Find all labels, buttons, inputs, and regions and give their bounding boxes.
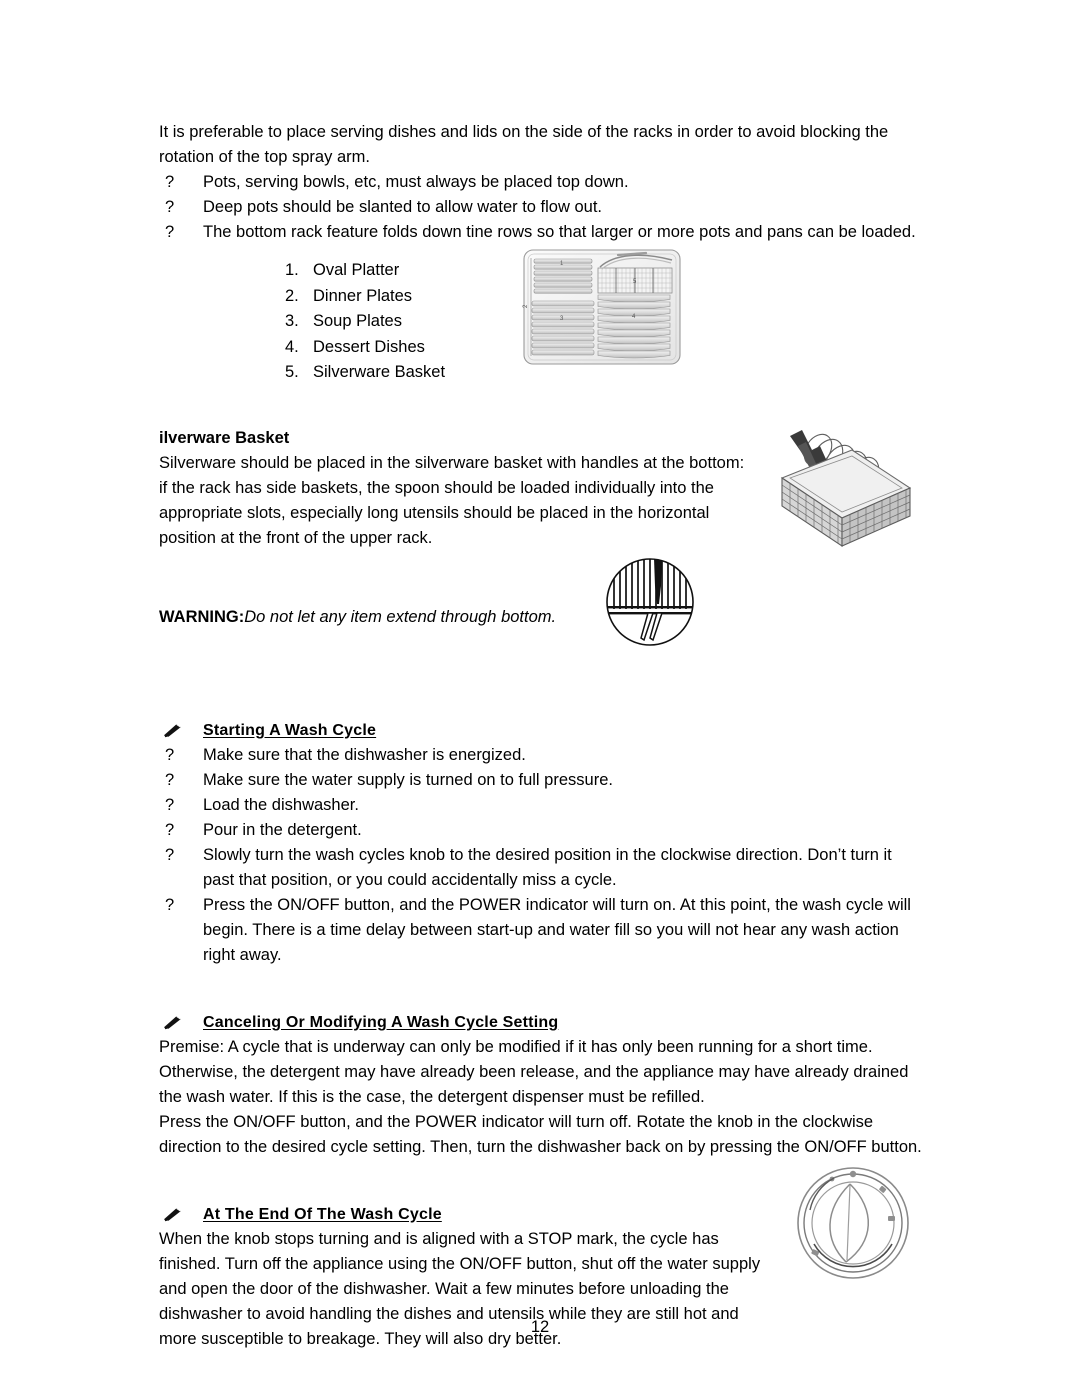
list-item-label: Soup Plates bbox=[313, 312, 402, 330]
list-item: ? Load the dishwasher. bbox=[159, 793, 927, 818]
bullet-marker-icon: ? bbox=[165, 745, 175, 764]
list-item-text: Make sure the water supply is turned on … bbox=[203, 770, 613, 789]
list-item-number: 1. bbox=[285, 261, 299, 279]
pencil-icon bbox=[163, 723, 181, 737]
list-item: ? Press the ON/OFF button, and the POWER… bbox=[159, 893, 927, 968]
list-item-number: 5. bbox=[285, 363, 299, 381]
utensil-through-basket-bottom-illustration bbox=[606, 558, 694, 646]
section-heading-starting-a-wash-cycle: Starting A Wash Cycle bbox=[159, 718, 927, 743]
list-item-text: Pour in the detergent. bbox=[203, 820, 362, 839]
list-item: ? Make sure that the dishwasher is energ… bbox=[159, 743, 927, 768]
list-item: ? Pour in the detergent. bbox=[159, 818, 927, 843]
intro-bullet-list: ? Pots, serving bowls, etc, must always … bbox=[159, 170, 927, 245]
section-heading-canceling-or-modifying-a-wash-cycle-setting: Canceling Or Modifying A Wash Cycle Sett… bbox=[159, 1010, 927, 1035]
list-item-text: Load the dishwasher. bbox=[203, 795, 359, 814]
intro-paragraph: It is preferable to place serving dishes… bbox=[159, 123, 889, 166]
list-item-label: Dessert Dishes bbox=[313, 337, 425, 356]
bullet-marker-icon: ? bbox=[165, 845, 175, 864]
canceling-paragraph-1: Premise: A cycle that is underway can on… bbox=[159, 1037, 909, 1106]
pencil-icon bbox=[163, 1207, 181, 1221]
silverware-basket-paragraph: Silverware should be placed in the silve… bbox=[159, 453, 745, 547]
list-item-text: Slowly turn the wash cycles knob to the … bbox=[203, 845, 892, 889]
section-heading-label: At The End Of The Wash Cycle bbox=[203, 1205, 442, 1223]
bullet-marker-icon: ? bbox=[165, 895, 175, 914]
section-heading-label: Starting A Wash Cycle bbox=[203, 721, 377, 739]
bullet-marker-icon: ? bbox=[165, 820, 175, 839]
section-heading-label: Canceling Or Modifying A Wash Cycle Sett… bbox=[203, 1013, 559, 1031]
list-item-text: Pots, serving bowls, etc, must always be… bbox=[203, 173, 629, 191]
starting-a-wash-cycle-list: ? Make sure that the dishwasher is energ… bbox=[159, 743, 927, 968]
bullet-marker-icon: ? bbox=[165, 770, 175, 789]
list-item-text: Press the ON/OFF button, and the POWER i… bbox=[203, 895, 911, 964]
list-item: ? Slowly turn the wash cycles knob to th… bbox=[159, 843, 927, 893]
pencil-icon bbox=[163, 1015, 181, 1029]
list-item-number: 4. bbox=[285, 337, 299, 356]
list-item: ? Make sure the water supply is turned o… bbox=[159, 768, 927, 793]
list-item-number: 3. bbox=[285, 312, 299, 330]
list-item-text: The bottom rack feature folds down tine … bbox=[203, 223, 916, 241]
bullet-marker-icon: ? bbox=[165, 223, 175, 241]
warning-label: WARNING: bbox=[159, 607, 245, 626]
list-item: ? The bottom rack feature folds down tin… bbox=[159, 220, 927, 245]
bullet-marker-icon: ? bbox=[165, 198, 175, 216]
list-item-text: Deep pots should be slanted to allow wat… bbox=[203, 198, 602, 216]
list-item-label: Silverware Basket bbox=[313, 363, 446, 381]
bullet-marker-icon: ? bbox=[165, 173, 175, 191]
warning-text: Do not let any item extend through botto… bbox=[244, 607, 557, 626]
silverware-basket-illustration bbox=[780, 430, 912, 548]
bullet-marker-icon: ? bbox=[165, 795, 175, 814]
page-number: 12 bbox=[530, 1318, 550, 1336]
list-item-number: 2. bbox=[285, 286, 299, 305]
wash-cycle-knob-illustration bbox=[797, 1167, 909, 1279]
list-item-label: Dinner Plates bbox=[313, 286, 413, 305]
canceling-paragraph-2: Press the ON/OFF button, and the POWER i… bbox=[159, 1112, 922, 1156]
warning-note: WARNING:Do not let any item extend throu… bbox=[159, 605, 927, 630]
list-item-text: Make sure that the dishwasher is energiz… bbox=[203, 745, 526, 764]
list-item: ? Pots, serving bowls, etc, must always … bbox=[159, 170, 927, 195]
list-item-label: Oval Platter bbox=[313, 261, 400, 279]
document-page: It is preferable to place serving dishes… bbox=[0, 0, 1080, 1397]
dishwasher-rack-diagram: 1 2 3 4 5 bbox=[523, 249, 681, 365]
list-item: ? Deep pots should be slanted to allow w… bbox=[159, 195, 927, 220]
